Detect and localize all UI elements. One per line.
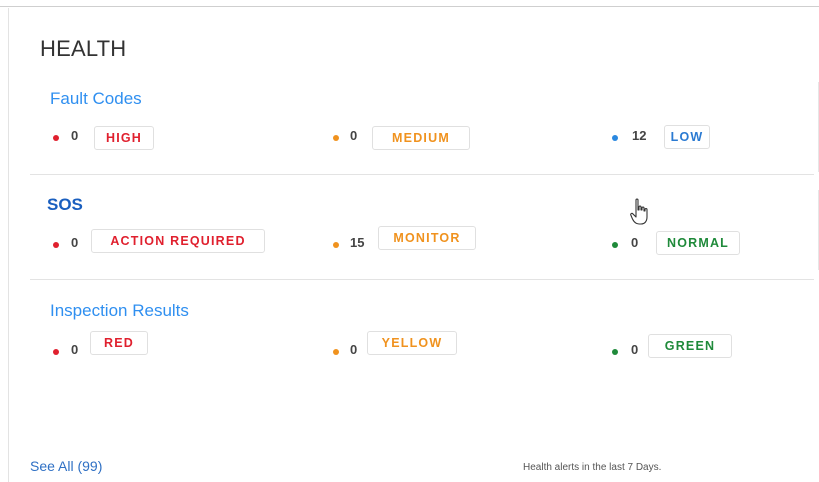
status-dot-normal	[612, 242, 618, 248]
top-border	[0, 6, 819, 7]
section-divider	[30, 279, 814, 280]
section-title-inspection-results[interactable]: Inspection Results	[50, 301, 189, 321]
footer-note: Health alerts in the last 7 Days.	[523, 462, 662, 473]
count-yellow: 0	[350, 342, 358, 357]
section-title-sos[interactable]: SOS	[47, 195, 83, 215]
count-green: 0	[631, 342, 639, 357]
badge-yellow[interactable]: YELLOW	[367, 331, 457, 355]
count-monitor: 15	[350, 235, 365, 250]
section-title-fault-codes[interactable]: Fault Codes	[50, 89, 142, 109]
badge-monitor[interactable]: MONITOR	[378, 226, 476, 250]
status-dot-yellow	[333, 349, 339, 355]
status-dot-low	[612, 135, 618, 141]
badge-low[interactable]: LOW	[664, 125, 710, 149]
count-normal: 0	[631, 235, 639, 250]
count-action-required: 0	[71, 235, 79, 250]
count-medium: 0	[350, 128, 358, 143]
status-dot-monitor	[333, 242, 339, 248]
hand-pointer-icon	[630, 198, 648, 225]
status-dot-medium	[333, 135, 339, 141]
badge-medium[interactable]: MEDIUM	[372, 126, 470, 150]
page-title: HEALTH	[40, 36, 127, 61]
count-low: 12	[632, 128, 647, 143]
badge-high[interactable]: HIGH	[94, 126, 154, 150]
see-all-link[interactable]: See All (99)	[30, 458, 102, 474]
count-high: 0	[71, 128, 79, 143]
status-dot-green	[612, 349, 618, 355]
badge-red[interactable]: RED	[90, 331, 148, 355]
count-red: 0	[71, 342, 79, 357]
status-dot-high	[53, 135, 59, 141]
status-dot-action-required	[53, 242, 59, 248]
badge-normal[interactable]: NORMAL	[656, 231, 740, 255]
status-dot-red	[53, 349, 59, 355]
badge-action-required[interactable]: ACTION REQUIRED	[91, 229, 265, 253]
badge-green[interactable]: GREEN	[648, 334, 732, 358]
section-divider	[30, 174, 814, 175]
